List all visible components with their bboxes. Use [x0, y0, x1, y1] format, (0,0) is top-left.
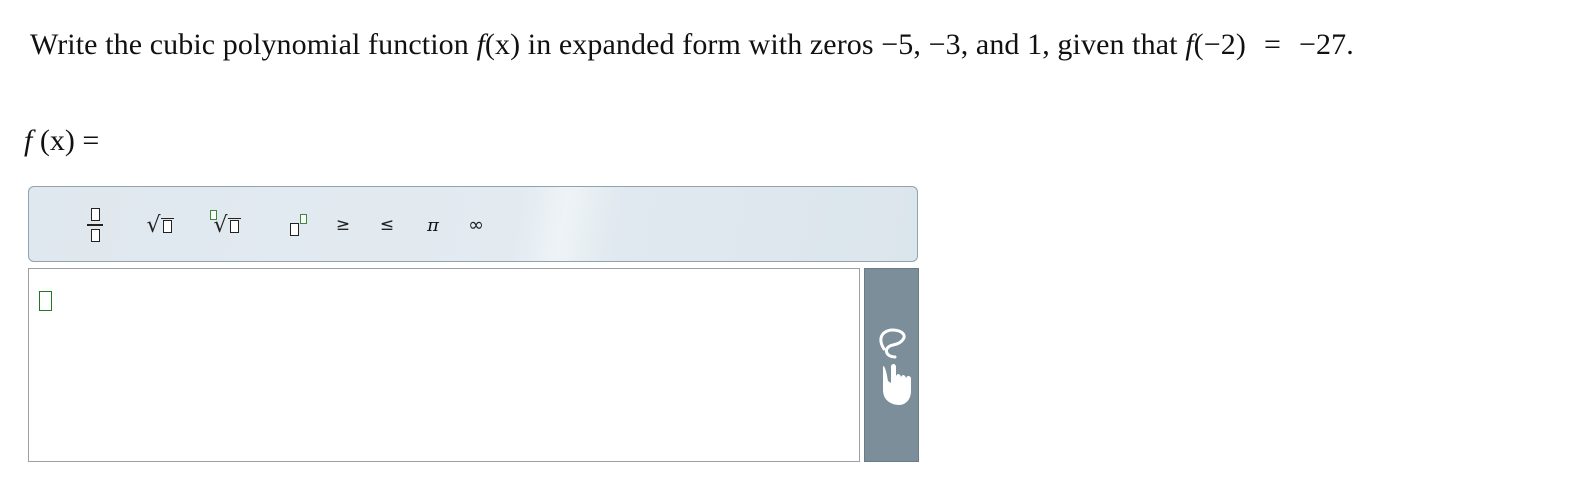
- answer-label: f (x) =: [24, 124, 99, 158]
- fraction-denominator-box: [90, 228, 100, 242]
- answer-equals: =: [74, 124, 100, 157]
- superscript-button[interactable]: [283, 187, 313, 263]
- question-value: −27.: [1298, 28, 1354, 61]
- question-part2: in expanded form with zeros −5, −3, and …: [520, 28, 1186, 61]
- square-root-icon: √: [146, 212, 161, 238]
- question-part1: Write the cubic polynomial function: [30, 28, 477, 61]
- fraction-button[interactable]: [83, 187, 107, 263]
- square-root-button[interactable]: √: [139, 187, 181, 263]
- greater-equal-button[interactable]: ≥: [331, 187, 355, 263]
- superscript-icon: [289, 222, 299, 236]
- nth-root-button[interactable]: √: [205, 187, 249, 263]
- question-fx: (x): [484, 28, 521, 61]
- nth-radicand-box: [229, 219, 239, 233]
- pi-button[interactable]: π: [421, 187, 445, 263]
- exponent-box: [299, 214, 307, 224]
- handwriting-hand-icon: [879, 328, 911, 405]
- fraction-numerator-box: [90, 208, 100, 222]
- answer-input[interactable]: [28, 268, 860, 462]
- root-index-box: [210, 210, 217, 220]
- less-equal-button[interactable]: ≤: [375, 187, 399, 263]
- infinity-button[interactable]: ∞: [461, 187, 491, 263]
- math-toolbar: √ √ ≥ ≤ π ∞: [28, 186, 918, 262]
- handwriting-button[interactable]: [864, 268, 919, 462]
- question-equals: =: [1263, 28, 1281, 61]
- question-text: Write the cubic polynomial function f(x)…: [30, 28, 1354, 62]
- radicand-box-wrap: [160, 217, 174, 233]
- question-fname2: f: [1185, 28, 1194, 61]
- question-fcond: (−2): [1193, 28, 1246, 61]
- input-placeholder-box: [39, 291, 52, 311]
- answer-arg: (x): [32, 124, 75, 157]
- nth-radicand-box-wrap: [227, 217, 241, 233]
- question-fname: f: [476, 28, 485, 61]
- fraction-icon: [87, 224, 103, 226]
- radicand-box: [162, 219, 172, 233]
